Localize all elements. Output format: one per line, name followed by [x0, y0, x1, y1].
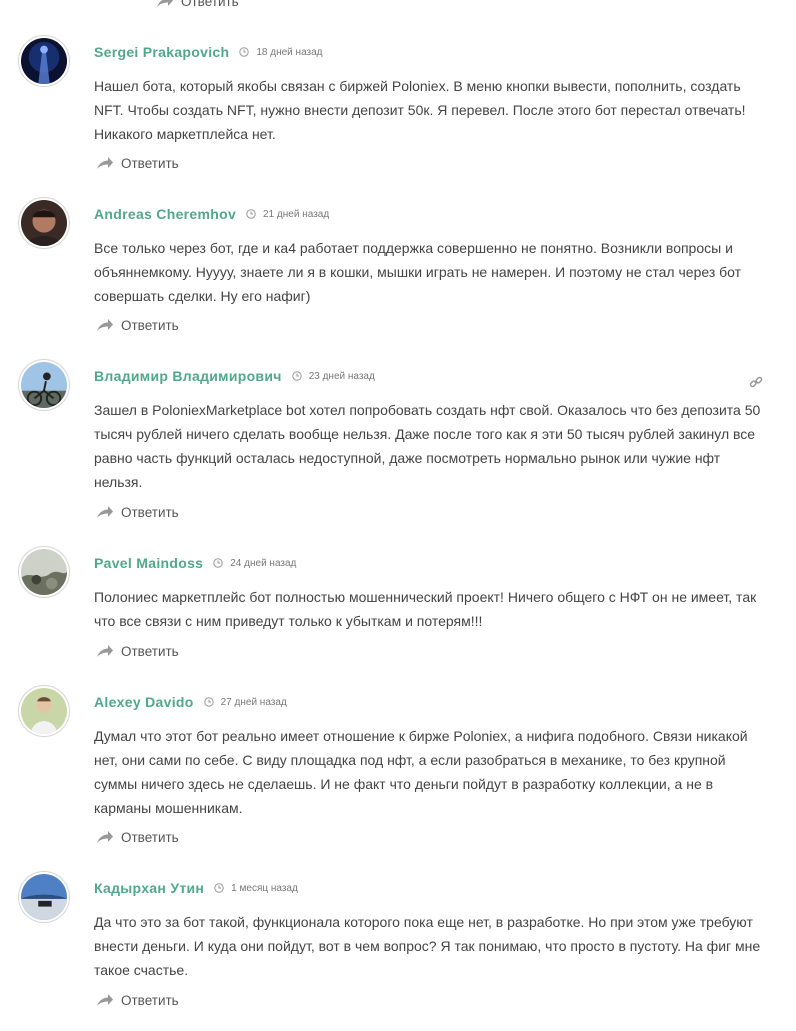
reply-arrow-icon [97, 319, 113, 331]
reply-label: Ответить [121, 504, 179, 520]
reply-label: Ответить [121, 317, 179, 333]
comment-date[interactable]: 24 дней назад [213, 558, 296, 569]
link-icon[interactable] [749, 375, 763, 389]
comment-author[interactable]: Sergei Prakapovich [94, 44, 229, 60]
comment-author[interactable]: Alexey Davido [94, 694, 194, 710]
avatar[interactable] [18, 35, 70, 87]
reply-label: Ответить [121, 155, 179, 171]
reply-arrow-icon [97, 645, 113, 657]
comment-date-text: 24 дней назад [230, 557, 297, 569]
avatar[interactable] [18, 197, 70, 249]
comment-author[interactable]: Andreas Cheremhov [94, 206, 236, 222]
comment-date[interactable]: 21 дней назад [246, 209, 329, 220]
avatar-image [21, 549, 67, 595]
reply-button[interactable]: Ответить [96, 155, 179, 171]
comment-date[interactable]: 27 дней назад [203, 696, 287, 708]
reply-arrow-icon [97, 506, 113, 518]
reply-label: Ответить [121, 643, 179, 659]
comment-text: Полониес маркетплейс бот полностью мошен… [94, 589, 757, 629]
reply-button[interactable]: Ответить [96, 829, 179, 845]
clock-icon [214, 883, 224, 893]
reply-button[interactable]: Ответить [96, 317, 179, 333]
reply-button[interactable]: Ответить [96, 643, 179, 659]
reply-arrow-icon [157, 0, 173, 7]
avatar-image [21, 874, 67, 920]
comment-date[interactable]: 18 дней назад [239, 46, 323, 58]
reply-arrow-icon [97, 994, 113, 1006]
reply-label: Ответить [121, 992, 179, 1008]
clock-icon [246, 209, 256, 219]
comment-text: Думал что этот бот реально имеет отношен… [94, 728, 748, 816]
reply-arrow-icon [97, 157, 113, 169]
comment-author[interactable]: Владимир Владимирович [94, 368, 282, 384]
comment-date[interactable]: 1 месяц назад [214, 883, 298, 894]
reply-button[interactable]: Ответить [96, 504, 179, 520]
comment-text: Все только через бот, где и ка4 работает… [94, 240, 742, 304]
avatar-image [21, 200, 67, 246]
avatar[interactable] [18, 685, 70, 737]
reply-label: Ответить [121, 829, 179, 845]
clock-icon [291, 371, 302, 381]
comment-author[interactable]: Кадырхан Утин [94, 880, 204, 896]
comment-text: Нашел бота, который якобы связан с бирже… [94, 78, 746, 142]
comment-text: Зашел в PoloniexMarketplace bot хотел по… [94, 402, 761, 490]
comment-date-text: 23 дней назад [308, 370, 375, 382]
avatar[interactable] [18, 359, 70, 411]
clock-icon [203, 697, 214, 707]
clock-icon [213, 558, 223, 568]
avatar-image [21, 38, 67, 84]
comment-text: Да что это за бот такой, функционала кот… [94, 914, 761, 978]
reply-button[interactable]: Ответить [156, 0, 239, 9]
avatar-image [21, 688, 67, 734]
reply-arrow-icon [97, 831, 113, 843]
clock-icon [239, 47, 250, 57]
comment-author[interactable]: Pavel Maindoss [94, 555, 203, 571]
reply-label: Ответить [181, 0, 239, 9]
avatar-image [21, 362, 67, 408]
comment-date-text: 27 дней назад [220, 696, 287, 708]
comment-date-text: 1 месяц назад [231, 882, 298, 894]
comment-date-text: 18 дней назад [256, 46, 323, 58]
comment-date[interactable]: 23 дней назад [291, 370, 375, 382]
avatar[interactable] [18, 871, 70, 923]
reply-button[interactable]: Ответить [96, 992, 179, 1008]
avatar[interactable] [18, 546, 70, 598]
comment-date-text: 21 дней назад [263, 208, 330, 220]
